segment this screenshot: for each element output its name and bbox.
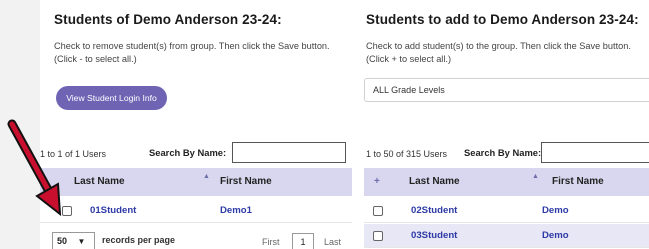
select-all-plus[interactable]: + <box>374 176 380 187</box>
search-input[interactable] <box>541 142 649 163</box>
search-label: Search By Name: <box>149 147 227 158</box>
sort-ascending-icon[interactable]: ▲ <box>532 173 539 180</box>
user-count: 1 to 50 of 315 Users <box>366 149 448 159</box>
student-first-name-link[interactable]: Demo1 <box>220 205 252 216</box>
first-page-link[interactable]: First <box>262 237 280 247</box>
row-checkbox[interactable] <box>373 231 383 241</box>
grade-level-select[interactable]: ALL Grade Levels <box>364 78 649 102</box>
table-row: 02Student Demo <box>364 199 649 223</box>
column-header-first-name[interactable]: First Name <box>552 176 604 187</box>
add-students-panel: Students to add to Demo Anderson 23-24: … <box>352 0 649 249</box>
column-header-last-name[interactable]: Last Name <box>409 176 460 187</box>
row-checkbox[interactable] <box>373 206 383 216</box>
column-header-first-name[interactable]: First Name <box>220 176 272 187</box>
page-number[interactable]: 1 <box>292 233 314 249</box>
search-label: Search By Name: <box>464 147 542 158</box>
search-input[interactable] <box>232 142 346 163</box>
student-first-name-link[interactable]: Demo <box>542 230 569 241</box>
student-last-name-link[interactable]: 02Student <box>411 205 457 216</box>
annotation-arrow-icon <box>7 119 62 217</box>
panel-title: Students to add to Demo Anderson 23-24: <box>366 12 639 27</box>
last-page-link[interactable]: Last <box>324 237 341 247</box>
table-row: 03Student Demo <box>364 224 649 248</box>
sort-ascending-icon[interactable]: ▲ <box>203 173 210 180</box>
student-last-name-link[interactable]: 03Student <box>411 230 457 241</box>
student-first-name-link[interactable]: Demo <box>542 205 569 216</box>
table-header: + Last Name ▲ First Name <box>364 168 649 196</box>
panel-instructions: Check to add student(s) to the group. Th… <box>366 41 631 64</box>
